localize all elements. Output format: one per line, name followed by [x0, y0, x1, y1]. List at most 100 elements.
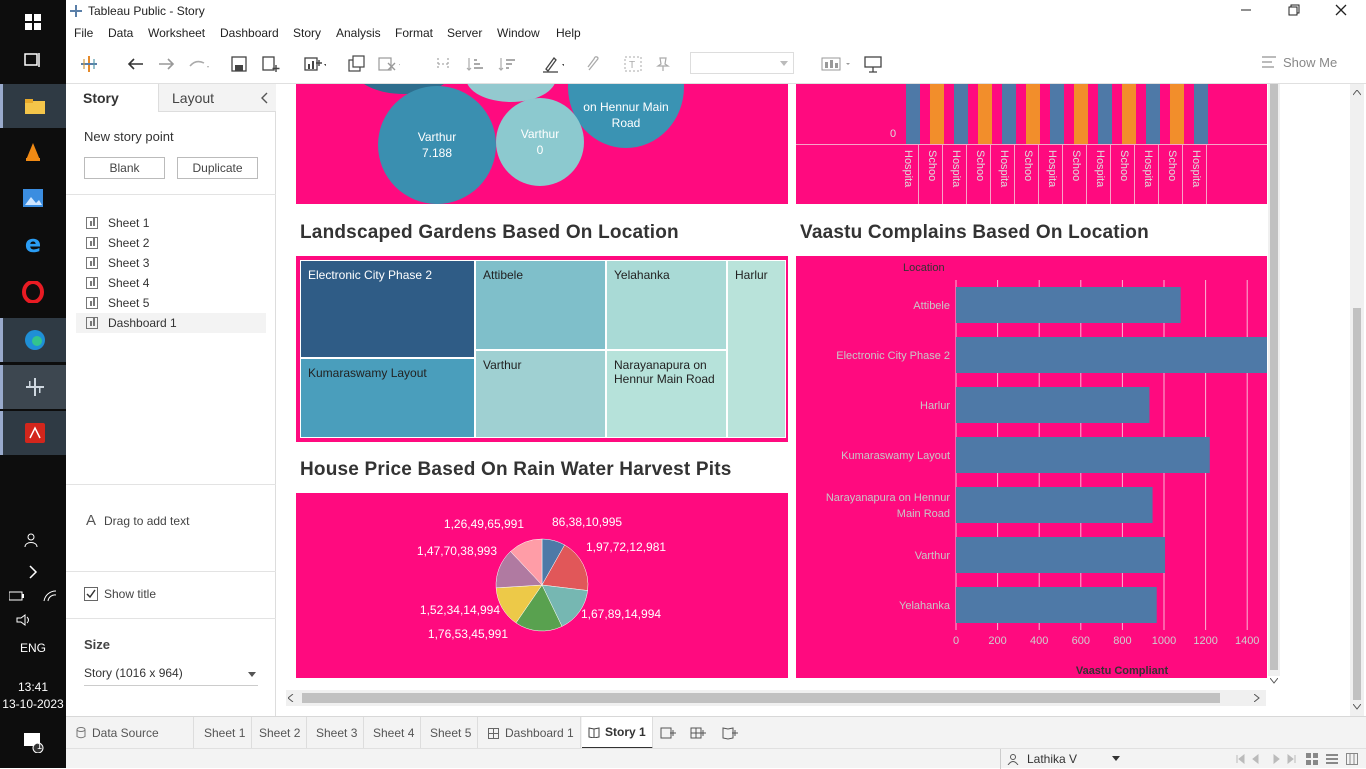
bubble-varthur-zero[interactable]: Varthur 0 [496, 98, 584, 186]
treemap-cell[interactable]: Yelahanka [606, 260, 727, 350]
group-members-icon[interactable] [582, 54, 604, 74]
close-icon[interactable] [1335, 4, 1347, 16]
file-explorer-icon[interactable] [0, 84, 66, 128]
sheet-list-item[interactable]: Sheet 4 [86, 273, 276, 293]
duplicate-button[interactable]: Duplicate [177, 157, 258, 179]
sheet-list-item[interactable]: Sheet 1 [86, 213, 276, 233]
scroll-left-icon[interactable] [288, 694, 294, 702]
sort-ascending-icon[interactable] [464, 54, 486, 74]
tab-dashboard-1[interactable]: Dashboard 1 [482, 717, 581, 749]
menu-dashboard[interactable]: Dashboard [220, 26, 279, 40]
show-filmstrip-icon[interactable] [1306, 753, 1318, 765]
treemap-cell[interactable]: Narayanapura on Hennur Main Road [606, 350, 727, 438]
tab-story[interactable]: Story [66, 84, 158, 112]
tab-sheet-3[interactable]: Sheet 3 [310, 717, 365, 749]
new-worksheet-tab-icon[interactable] [654, 717, 682, 749]
vlc-icon[interactable] [0, 130, 66, 174]
treemap-cell[interactable]: Attibele [475, 260, 606, 350]
swap-rows-columns-icon[interactable] [432, 54, 454, 74]
scroll-down-icon[interactable] [1353, 704, 1361, 710]
show-sheet-sorter-icon[interactable] [1346, 753, 1358, 765]
tab-layout[interactable]: Layout [158, 84, 276, 112]
tableau-home-icon[interactable] [78, 54, 100, 74]
menu-server[interactable]: Server [447, 26, 482, 40]
facility-bar[interactable] [1170, 84, 1184, 144]
save-icon[interactable] [228, 54, 250, 74]
vaastu-bar-panel[interactable]: 0 200 400 600 800 1000 1200 1400 Location Attibel… [796, 256, 1267, 678]
new-data-source-icon[interactable] [260, 54, 282, 74]
house-price-pie-panel[interactable]: 86,38,10,995 1,97,72,12,981 1,67,89,14,994… [296, 493, 788, 678]
treemap-cell[interactable]: Varthur [475, 350, 606, 438]
vaastu-bar[interactable] [956, 387, 1150, 423]
drag-add-text[interactable]: A Drag to add text [86, 512, 189, 529]
tab-sheet-1[interactable]: Sheet 1 [198, 717, 253, 749]
facility-bar[interactable] [1050, 84, 1064, 144]
bubble-varthur[interactable]: Varthur 7.188 [378, 86, 496, 204]
show-mark-labels-icon[interactable]: T [622, 54, 644, 74]
treemap-cell[interactable]: Harlur [727, 260, 786, 438]
facility-bar[interactable] [1122, 84, 1136, 144]
duplicate-sheet-icon[interactable] [346, 54, 368, 74]
menu-format[interactable]: Format [395, 26, 433, 40]
facility-bar[interactable] [930, 84, 944, 144]
vaastu-bar[interactable] [956, 437, 1210, 473]
presentation-mode-icon[interactable] [862, 54, 884, 74]
vaastu-bar[interactable] [956, 587, 1157, 623]
treemap-cell[interactable]: Electronic City Phase 2 [300, 260, 475, 358]
volume-icon[interactable] [0, 598, 48, 642]
scrollbar-thumb[interactable] [302, 693, 1220, 703]
facility-bar-panel[interactable]: 0 Hospita Schoo Hospita Schoo Hospita Schoo Ho… [796, 84, 1267, 204]
vaastu-bar[interactable] [956, 337, 1267, 373]
menu-window[interactable]: Window [497, 26, 540, 40]
vaastu-bar[interactable] [956, 487, 1153, 523]
menu-story[interactable]: Story [293, 26, 321, 40]
facility-bar[interactable] [1194, 84, 1208, 144]
menu-worksheet[interactable]: Worksheet [148, 26, 205, 40]
new-story-tab-icon[interactable] [716, 717, 744, 749]
vaastu-bar[interactable] [956, 287, 1181, 323]
sort-descending-icon[interactable] [496, 54, 518, 74]
tab-story-1[interactable]: Story 1 [582, 717, 653, 749]
notifications-icon[interactable]: 1 [0, 720, 66, 764]
facility-bar[interactable] [906, 84, 920, 144]
edge-icon[interactable] [0, 318, 66, 362]
collapse-pane-icon[interactable] [261, 92, 269, 104]
clear-sheet-icon[interactable] [378, 54, 400, 74]
facility-bar[interactable] [978, 84, 992, 144]
sheet-list-item[interactable]: Dashboard 1 [76, 313, 266, 333]
user-menu[interactable]: Lathika V [1000, 749, 1126, 769]
facility-bar[interactable] [1146, 84, 1160, 144]
size-dropdown[interactable]: Story (1016 x 964) [84, 666, 258, 686]
outer-vertical-scrollbar[interactable] [1350, 84, 1364, 716]
edge-legacy-icon[interactable]: e [0, 222, 66, 266]
scroll-up-icon[interactable] [1353, 90, 1361, 96]
clock-time[interactable]: 13:41 [0, 680, 66, 694]
acrobat-icon[interactable] [0, 411, 66, 455]
restore-icon[interactable] [1288, 4, 1300, 16]
replay-icon[interactable] [188, 54, 210, 74]
show-title-checkbox[interactable]: Show title [84, 587, 156, 601]
facility-bar[interactable] [954, 84, 968, 144]
menu-analysis[interactable]: Analysis [336, 26, 381, 40]
tab-data-source[interactable]: Data Source [70, 717, 194, 749]
horizontal-scrollbar[interactable] [286, 690, 1266, 706]
undo-icon[interactable] [124, 54, 146, 74]
scroll-right-icon[interactable] [1254, 694, 1260, 702]
menu-file[interactable]: File [74, 26, 93, 40]
opera-icon[interactable] [0, 270, 66, 314]
tab-sheet-2[interactable]: Sheet 2 [253, 717, 308, 749]
fit-dropdown[interactable] [690, 52, 794, 74]
bubble-chart-panel[interactable]: on Hennur Main Road Varthur 7.188 Varthu… [296, 84, 788, 204]
tab-sheet-4[interactable]: Sheet 4 [367, 717, 422, 749]
menu-help[interactable]: Help [556, 26, 581, 40]
show-tabs-icon[interactable] [1326, 753, 1338, 765]
clock-date[interactable]: 13-10-2023 [0, 697, 66, 711]
sheet-list-item[interactable]: Sheet 5 [86, 293, 276, 313]
scrollbar-thumb[interactable] [1270, 84, 1278, 670]
language-indicator[interactable]: ENG [0, 641, 66, 655]
show-cards-icon[interactable] [820, 54, 856, 74]
vaastu-bar[interactable] [956, 537, 1166, 573]
bubble-narayanapura[interactable]: on Hennur Main Road [568, 84, 684, 148]
tab-sheet-5[interactable]: Sheet 5 [424, 717, 479, 749]
minimize-icon[interactable] [1240, 4, 1252, 16]
